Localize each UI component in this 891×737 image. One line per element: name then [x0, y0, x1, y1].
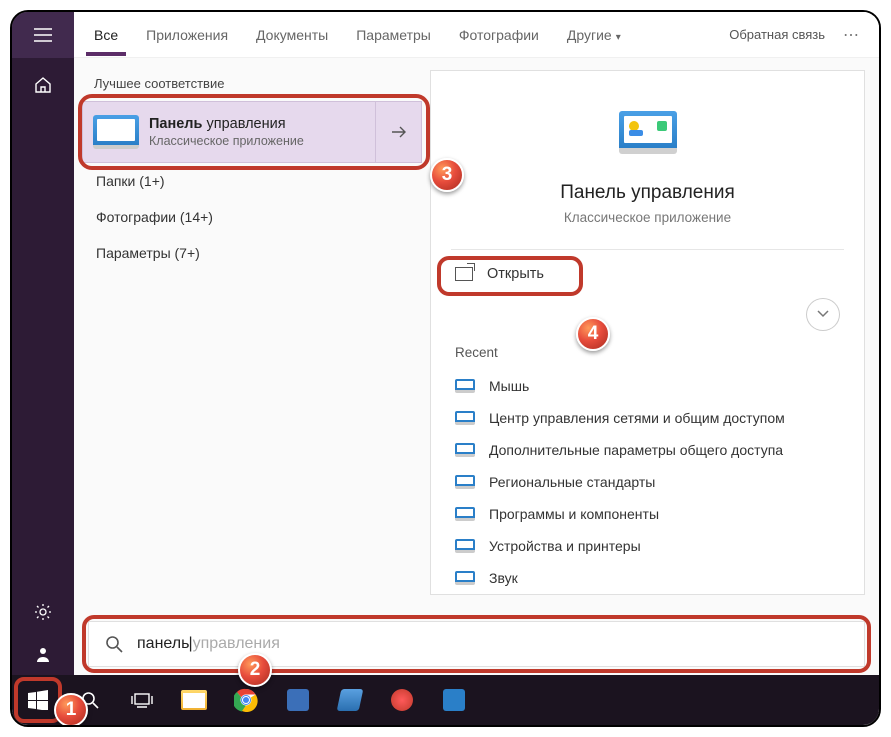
annotation-badge-1: 1 — [54, 693, 88, 727]
open-external-icon — [455, 267, 473, 281]
chevron-down-icon: ▾ — [616, 32, 621, 43]
profile-icon — [34, 645, 52, 663]
taskbar-app-generic3[interactable] — [376, 675, 428, 725]
task-view-icon — [131, 692, 153, 708]
control-panel-icon — [93, 115, 139, 149]
recent-item[interactable]: Мышь — [455, 370, 840, 402]
tab-more[interactable]: Другие▾ — [565, 15, 623, 55]
cpl-icon — [455, 411, 475, 425]
tab-documents[interactable]: Документы — [254, 15, 330, 55]
app-icon — [443, 689, 465, 711]
taskbar-app-generic2[interactable] — [324, 675, 376, 725]
tab-settings[interactable]: Параметры — [354, 15, 433, 55]
expand-actions-button[interactable] — [806, 298, 840, 331]
annotation-badge-3: 3 — [430, 158, 464, 192]
preview-title: Панель управления — [560, 182, 735, 204]
cpl-icon — [455, 539, 475, 553]
start-left-rail — [12, 12, 74, 675]
subresult-photos[interactable]: Фотографии (14+) — [74, 199, 430, 235]
file-explorer-icon — [181, 690, 207, 710]
cpl-icon — [455, 475, 475, 489]
app-icon — [287, 689, 309, 711]
tab-all[interactable]: Все — [92, 15, 120, 55]
best-match-subtitle: Классическое приложение — [149, 134, 375, 148]
arrow-right-icon — [391, 125, 407, 139]
search-icon — [105, 635, 123, 653]
settings-button[interactable] — [12, 591, 74, 633]
recent-item[interactable]: Программы и компоненты — [455, 498, 840, 530]
recent-section: Recent Мышь Центр управления сетями и об… — [431, 339, 864, 594]
recent-label: Recent — [455, 345, 840, 360]
hamburger-menu-button[interactable] — [12, 12, 74, 58]
results-column: Лучшее соответствие Панель управления Кл… — [74, 58, 430, 595]
best-match-result[interactable]: Панель управления Классическое приложени… — [82, 101, 422, 163]
search-input[interactable]: панель управления — [88, 621, 865, 667]
tab-apps[interactable]: Приложения — [144, 15, 230, 55]
best-match-title: Панель управления — [149, 116, 375, 132]
recent-item[interactable]: Дополнительные параметры общего доступа — [455, 434, 840, 466]
subresult-settings[interactable]: Параметры (7+) — [74, 235, 430, 271]
recent-item[interactable]: Центр управления сетями и общим доступом — [455, 402, 840, 434]
preview-pane: Панель управления Классическое приложени… — [430, 70, 865, 595]
hamburger-icon — [34, 28, 52, 42]
preview-subtitle: Классическое приложение — [564, 210, 731, 225]
taskbar-app-explorer[interactable] — [168, 675, 220, 725]
search-suggestion-text: управления — [193, 635, 280, 653]
subresult-folders[interactable]: Папки (1+) — [74, 163, 430, 199]
recent-item[interactable]: Звук — [455, 562, 840, 594]
taskbar-app-generic1[interactable] — [272, 675, 324, 725]
recent-item[interactable]: Устройства и принтеры — [455, 530, 840, 562]
task-view-button[interactable] — [116, 675, 168, 725]
windows-logo-icon — [28, 690, 48, 710]
home-icon — [34, 76, 52, 94]
annotation-badge-2: 2 — [238, 653, 272, 687]
open-action[interactable]: Открыть — [431, 250, 568, 282]
gear-icon — [34, 603, 52, 621]
more-options-button[interactable]: ⋯ — [843, 25, 861, 45]
chevron-down-icon — [817, 310, 829, 318]
search-panel: Все Приложения Документы Параметры Фотог… — [74, 12, 879, 675]
profile-button[interactable] — [12, 633, 74, 675]
chrome-icon — [231, 685, 261, 715]
cpl-icon — [455, 571, 475, 585]
app-icon — [391, 689, 413, 711]
annotation-badge-4: 4 — [576, 317, 610, 351]
cpl-icon — [455, 507, 475, 521]
search-typed-text: панель — [137, 635, 193, 653]
filter-tabs: Все Приложения Документы Параметры Фотог… — [74, 12, 879, 58]
cpl-icon — [455, 379, 475, 393]
taskbar-app-generic4[interactable] — [428, 675, 480, 725]
home-button[interactable] — [12, 62, 74, 108]
feedback-link[interactable]: Обратная связь — [729, 27, 825, 42]
preview-app-icon — [619, 111, 677, 154]
recent-item[interactable]: Региональные стандарты — [455, 466, 840, 498]
best-match-label: Лучшее соответствие — [74, 68, 430, 101]
app-icon — [337, 689, 364, 711]
result-arrow-button[interactable] — [375, 102, 421, 162]
taskbar — [12, 675, 879, 725]
tab-photos[interactable]: Фотографии — [457, 15, 541, 55]
cpl-icon — [455, 443, 475, 457]
